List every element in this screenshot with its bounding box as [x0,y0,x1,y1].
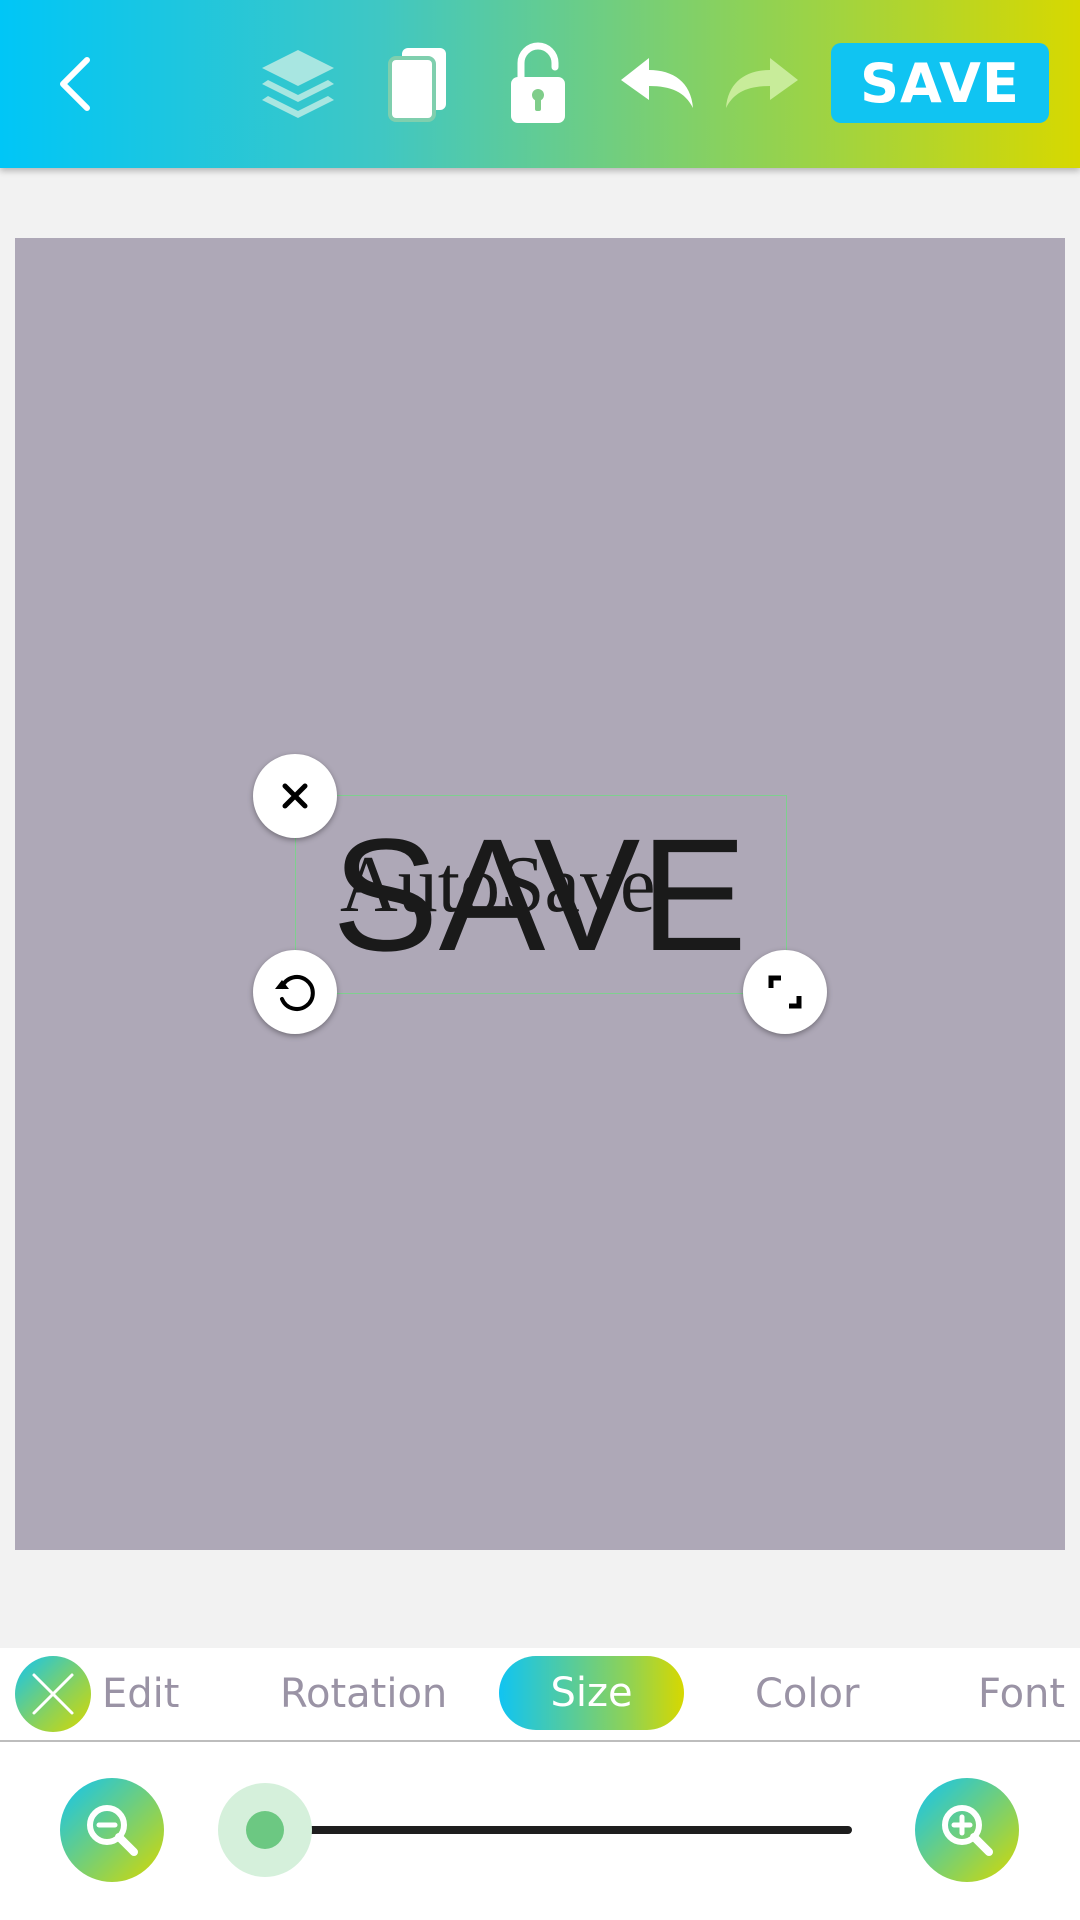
chevron-left-icon [60,57,90,111]
rotate-handle[interactable] [253,950,337,1034]
close-icon [32,1673,74,1715]
save-text: SAVE [332,805,747,984]
unlock-icon [511,42,565,123]
zoom-out-icon [87,1805,138,1856]
lock-button[interactable] [505,0,571,168]
save-button[interactable]: SAVE [831,43,1049,123]
back-button[interactable] [45,0,105,168]
delete-handle[interactable] [253,754,337,838]
zoom-in-icon [942,1805,993,1856]
text-element[interactable]: AutoSave SAVE [332,800,747,990]
undo-icon [621,58,693,108]
size-decrease-button[interactable] [60,1778,164,1882]
copy-icon [388,48,446,122]
tab-font[interactable]: Font [978,1648,1065,1740]
undo-button[interactable] [617,0,697,168]
close-tools-button[interactable] [15,1656,91,1732]
tab-color[interactable]: Color [755,1648,859,1740]
redo-button[interactable] [722,0,802,168]
tool-tabs: Edit Rotation Size Color Font [0,1648,1080,1742]
size-increase-button[interactable] [915,1778,1019,1882]
redo-icon [726,58,798,108]
tab-size[interactable]: Size [499,1656,684,1730]
top-toolbar: SAVE [0,0,1080,168]
resize-handle[interactable] [743,950,827,1034]
tab-rotation[interactable]: Rotation [280,1648,447,1740]
close-icon [282,783,308,809]
duplicate-button[interactable] [382,0,452,168]
layers-icon [262,50,334,118]
layers-button[interactable] [258,0,338,168]
rotate-icon [275,975,315,1011]
size-slider-track[interactable] [228,1826,852,1834]
tab-edit[interactable]: Edit [102,1648,179,1740]
resize-icon [768,975,802,1009]
